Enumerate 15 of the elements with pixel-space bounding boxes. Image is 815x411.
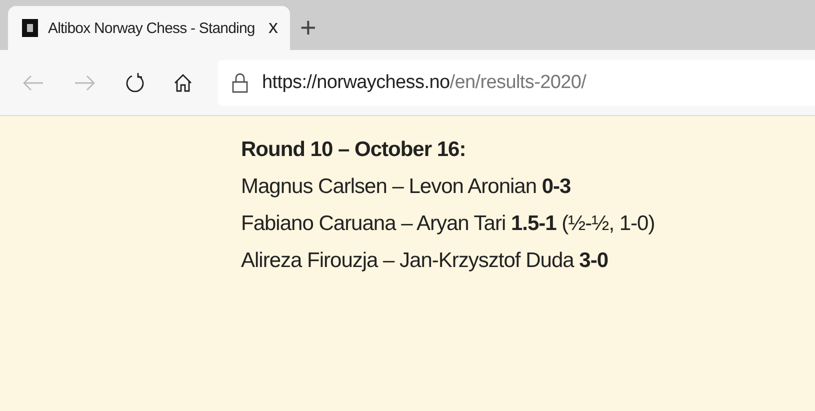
tab-title: Altibox Norway Chess - Standing [48,20,256,36]
address-field[interactable]: https://norwaychess.no/en/results-2020/ [218,60,815,106]
home-icon[interactable] [174,74,192,92]
close-tab-button[interactable]: x [266,17,280,39]
url-path: /en/results-2020/ [450,72,586,92]
refresh-icon[interactable] [126,72,144,94]
site-logo-icon [22,19,38,37]
round-heading: Round 10 – October 16: [241,137,467,163]
game-result: Fabiano Caruana – Aryan Tari 1.5-1 (½-½, 1-0) [241,211,656,237]
url-host: https://norwaychess.no [262,72,450,92]
lock-icon [232,72,248,92]
browser-tab[interactable]: Altibox Norway Chess - Standing x [8,6,290,50]
game-result: Alireza Firouzja – Jan-Krzysztof Duda 3-0 [241,248,609,274]
game-result: Magnus Carlsen – Levon Aronian 0-3 [241,174,572,200]
new-tab-button[interactable]: + [290,12,326,44]
